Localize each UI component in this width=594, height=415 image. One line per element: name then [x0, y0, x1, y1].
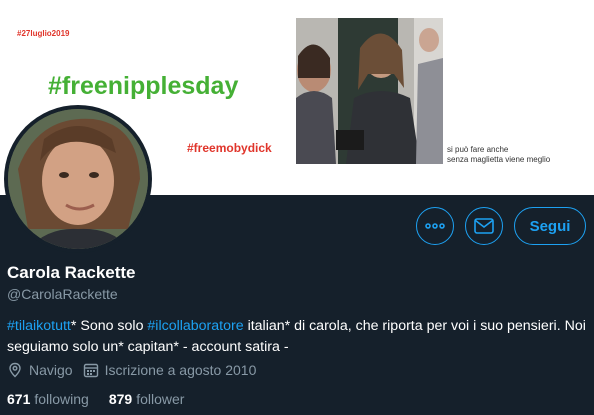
- profile-avatar[interactable]: [4, 105, 152, 253]
- bio-text: * Sono solo: [70, 318, 148, 334]
- following-count: 671: [7, 391, 31, 407]
- banner-photo: [296, 18, 443, 164]
- bio-hashtag-link[interactable]: #ilcollaboratore: [147, 318, 243, 334]
- follower-count: 879: [108, 391, 133, 407]
- following-link[interactable]: 671 following: [7, 391, 89, 407]
- calendar-icon: [83, 363, 98, 378]
- bio-hashtag-link[interactable]: #tilaikotutt: [7, 318, 71, 334]
- profile-bio: #tilaikotutt* Sono solo #ilcollaboratore…: [7, 316, 587, 358]
- more-options-button[interactable]: [416, 207, 454, 245]
- banner-main-hashtag: #freenipplesday: [48, 72, 239, 100]
- avatar-photo: [8, 109, 148, 249]
- profile-stats: 671 following 879 follower: [7, 391, 204, 407]
- profile-meta: Navigo Iscrizione a agosto 2010: [7, 362, 266, 378]
- profile-handle: @CarolaRackette: [7, 286, 118, 302]
- location-pin-icon: [9, 362, 21, 378]
- location-text: Navigo: [29, 362, 73, 378]
- banner-date-hashtag: #27luglio2019: [17, 29, 70, 38]
- profile-location: Navigo: [7, 362, 73, 378]
- profile-joined: Iscrizione a agosto 2010: [83, 362, 257, 378]
- envelope-icon: [474, 218, 494, 234]
- following-label: following: [34, 391, 89, 407]
- profile-name: Carola Rackette: [7, 263, 136, 282]
- banner-caption: si può fare anche senza maglietta viene …: [447, 145, 551, 164]
- followers-link[interactable]: 879 follower: [109, 391, 185, 407]
- banner-moby-hashtag: #freemobydick: [187, 141, 272, 155]
- follower-label: follower: [136, 391, 185, 407]
- follow-button[interactable]: Segui: [514, 207, 586, 245]
- joined-text: Iscrizione a agosto 2010: [104, 362, 257, 378]
- more-icon: [425, 223, 445, 229]
- message-button[interactable]: [465, 207, 503, 245]
